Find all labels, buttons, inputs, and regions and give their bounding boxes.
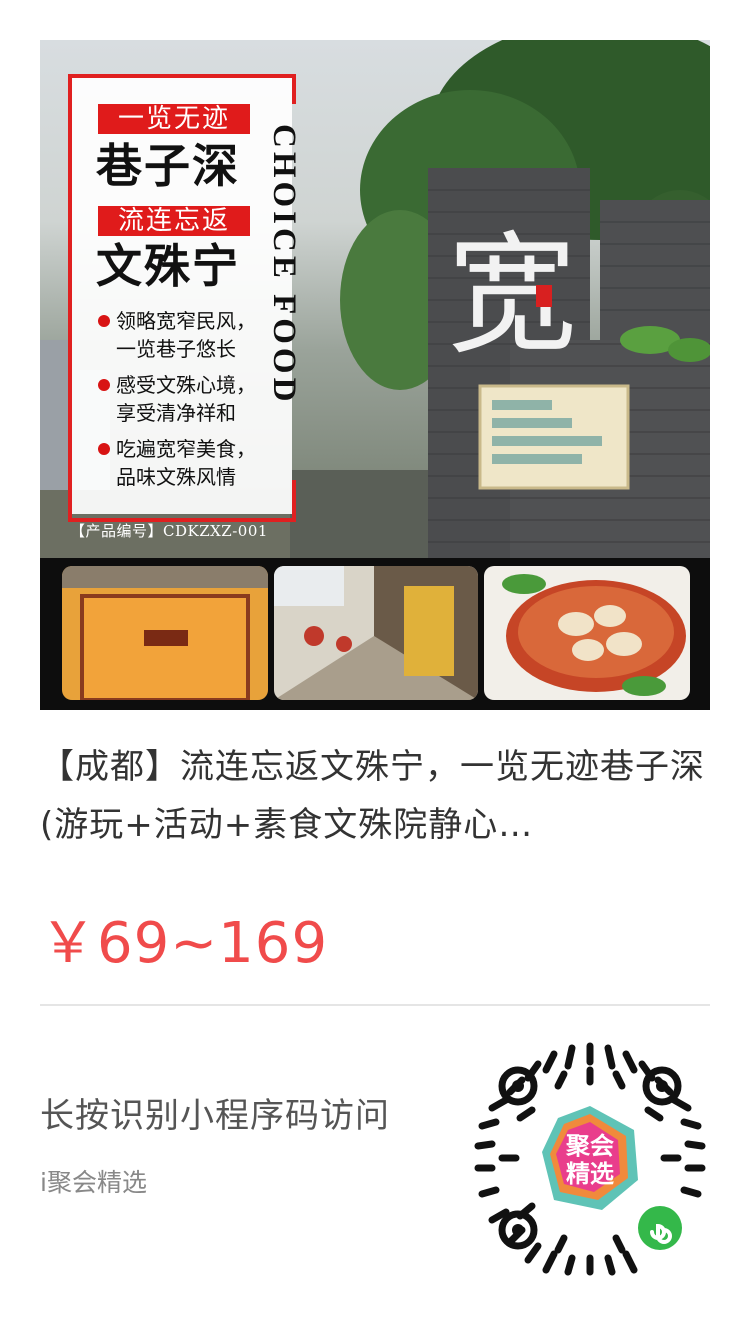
- bullet-1-line2: 一览巷子悠长: [116, 337, 236, 361]
- thumb-alley: [274, 566, 478, 700]
- divider: [40, 1004, 710, 1006]
- bullet-dot: [98, 379, 110, 391]
- headline-2: 文殊宁: [96, 239, 240, 293]
- bullet-3-line1: 吃遍宽窄美食，: [116, 437, 256, 461]
- bullet-2-line2: 享受清净祥和: [116, 401, 236, 425]
- qr-code-image: 聚会 精选: [474, 1042, 706, 1276]
- product-title[interactable]: 【成都】流连忘返文殊宁，一览无迹巷子深(游玩+活动+素食文殊院静心…: [40, 738, 710, 854]
- tag-1: 一览无迹: [98, 104, 250, 134]
- vertical-title: CHOICE FOOD: [266, 124, 302, 406]
- product-code: 【产品编号】CDKZXZ-001: [70, 522, 268, 540]
- product-price: ￥69~169: [40, 911, 329, 976]
- bullet-dot: [98, 315, 110, 327]
- bullet-3-line2: 品味文殊风情: [116, 465, 236, 489]
- thumb-food: [484, 566, 690, 700]
- frame-edge: [292, 480, 296, 518]
- bullet-dot: [98, 443, 110, 455]
- qr-hint-text: 长按识别小程序码访问: [40, 1096, 390, 1136]
- brand-name: i聚会精选: [40, 1168, 147, 1197]
- thumb-temple: [62, 566, 268, 700]
- thumbnail-strip: [40, 558, 710, 710]
- qr-logo-text-1: 聚会: [565, 1132, 614, 1160]
- mini-program-qr-code[interactable]: 聚会 精选: [472, 1040, 708, 1276]
- frame-edge: [292, 74, 296, 104]
- bullet-2-line1: 感受文殊心境，: [116, 373, 256, 397]
- qr-logo-text-2: 精选: [566, 1160, 614, 1188]
- product-poster[interactable]: 宽 一览无迹 巷子深 流连忘返 文殊宁 领略宽窄民风， 一览巷子悠长 感受文殊心…: [40, 40, 710, 710]
- tag-2: 流连忘返: [98, 206, 250, 236]
- bullet-1-line1: 领略宽窄民风，: [116, 309, 256, 333]
- sign-character: 宽: [447, 219, 577, 371]
- headline-1: 巷子深: [96, 139, 240, 193]
- hero-image: 宽 一览无迹 巷子深 流连忘返 文殊宁 领略宽窄民风， 一览巷子悠长 感受文殊心…: [40, 40, 710, 558]
